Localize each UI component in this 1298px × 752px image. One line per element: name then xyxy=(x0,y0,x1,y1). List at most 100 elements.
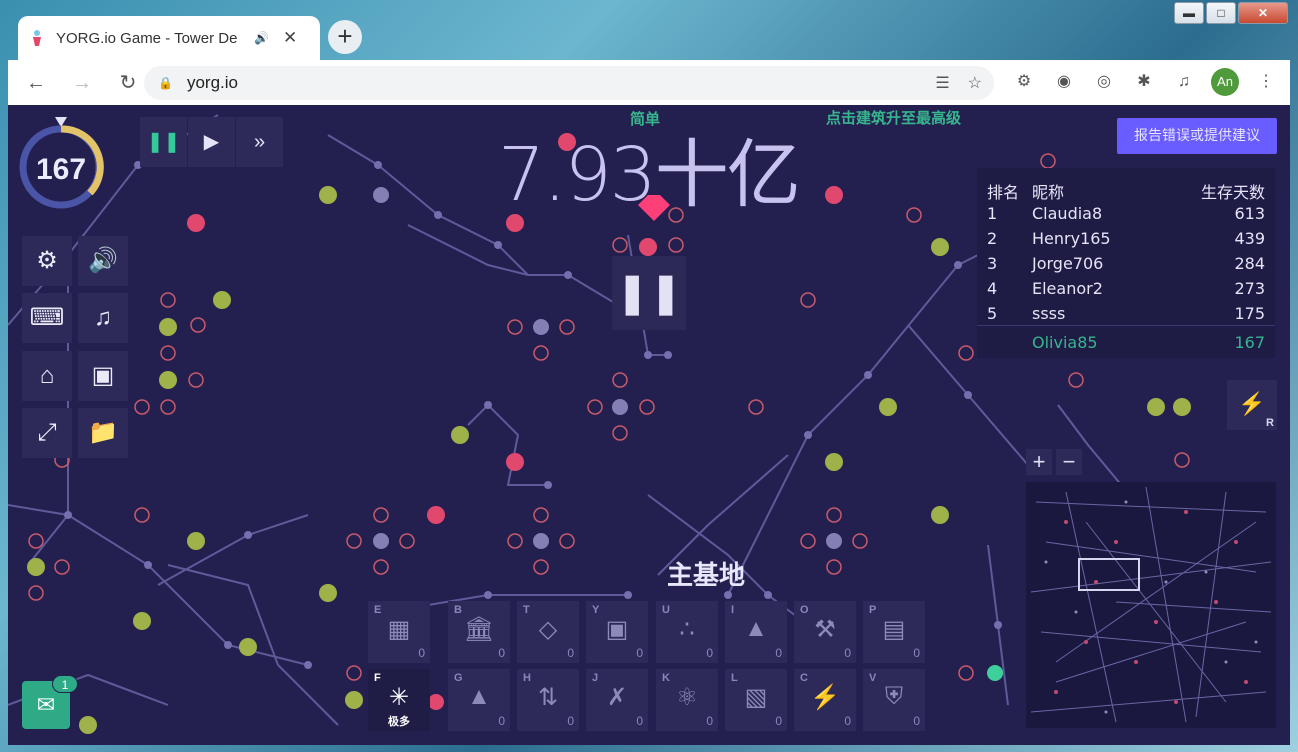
save-button[interactable]: ▣ xyxy=(78,351,128,401)
minecart-icon: ▣ xyxy=(605,616,629,643)
reload-button[interactable]: ↻ xyxy=(110,65,146,101)
tab-title: YORG.io Game - Tower De xyxy=(56,29,238,47)
close-window-button[interactable]: ✕ xyxy=(1238,2,1288,24)
extensions-puzzle-icon[interactable]: ✱ xyxy=(1131,69,1157,95)
row-name: ssss xyxy=(1032,304,1066,323)
play-speed-button[interactable]: ▶ xyxy=(188,117,235,167)
crossbow-icon: ✗ xyxy=(606,684,628,711)
factory-icon: ▤ xyxy=(882,616,906,643)
building-slot[interactable]: L ▧ 0 xyxy=(725,669,787,731)
zoom-out-button[interactable]: − xyxy=(1056,449,1082,475)
home-icon: ⌂ xyxy=(39,362,55,389)
menu-kebab-icon[interactable]: ⋮ xyxy=(1253,69,1279,95)
slot-count: 0 xyxy=(706,714,713,728)
load-button[interactable]: 📁 xyxy=(78,408,128,458)
home-button[interactable]: ⌂ xyxy=(22,351,72,401)
sound-button[interactable]: 🔊 xyxy=(78,236,128,286)
minimap-dots xyxy=(1054,510,1248,704)
tab-audio-icon[interactable]: 🔊 xyxy=(254,31,269,45)
building-slot-selected[interactable]: F ✳ 极多 xyxy=(368,669,430,731)
settings-button[interactable]: ⚙ xyxy=(22,236,72,286)
minimap-dots-light xyxy=(1044,500,1258,714)
fullscreen-button[interactable]: ⤢ xyxy=(22,408,72,458)
keyboard-icon: ⌨ xyxy=(29,304,65,331)
row-rank: 3 xyxy=(987,254,998,273)
slot-count: 0 xyxy=(706,646,713,660)
lightning-icon: ⚡ xyxy=(810,684,840,711)
leaderboard-header: 排名 昵称 生存天数 xyxy=(977,179,1275,204)
music-note-icon: ♫ xyxy=(94,304,112,331)
slot-count: 0 xyxy=(418,646,425,660)
building-slot[interactable]: P ▤ 0 xyxy=(863,601,925,663)
expand-icon: ⤢ xyxy=(37,419,57,446)
building-slot[interactable]: U ∴ 0 xyxy=(656,601,718,663)
building-slot[interactable]: B 🏛 0 xyxy=(448,601,510,663)
building-slot[interactable]: T ◇ 0 xyxy=(517,601,579,663)
building-slot[interactable]: I ▲ 0 xyxy=(725,601,787,663)
maximize-button[interactable]: □ xyxy=(1206,2,1236,24)
zoom-in-button[interactable]: + xyxy=(1026,449,1052,475)
chat-unread-badge: 1 xyxy=(52,675,78,693)
row-rank: 1 xyxy=(987,204,998,223)
globe-icon[interactable]: ◎ xyxy=(1091,69,1117,95)
forward-button[interactable]: → xyxy=(64,65,100,101)
minimap-canvas[interactable] xyxy=(1026,482,1276,728)
pause-speed-button[interactable]: ❚❚ xyxy=(140,117,187,167)
transporter-icon: ✳ xyxy=(388,684,410,711)
shield-icon: ⛨ xyxy=(885,683,903,710)
media-queue-icon[interactable]: ♫ xyxy=(1171,69,1197,95)
minimap[interactable] xyxy=(1026,482,1276,728)
evernote-icon[interactable]: ◉ xyxy=(1051,69,1077,95)
leaderboard-self-row: Olivia85 167 xyxy=(977,333,1275,358)
leaderboard-row: 1 Claudia8 613 xyxy=(977,204,1275,229)
self-name: Olivia85 xyxy=(1032,333,1098,352)
skill-hotkey: R xyxy=(1266,417,1274,429)
building-slot[interactable]: V ⛨ 0 xyxy=(863,669,925,731)
building-slot[interactable]: E ▦ 0 xyxy=(368,601,430,663)
keyboard-button[interactable]: ⌨ xyxy=(22,293,72,343)
translate-icon[interactable]: ☰ xyxy=(935,73,949,93)
bank-icon: 🏛 xyxy=(463,616,495,643)
game-canvas[interactable]: 简单 点击建筑升至最高级 7.93十亿 报告错误或提供建议 167 ❚❚ ▶ »… xyxy=(8,105,1290,745)
slot-count: 0 xyxy=(913,714,920,728)
row-days: 439 xyxy=(1234,229,1265,248)
minimize-button[interactable]: ▬ xyxy=(1174,2,1204,24)
back-button[interactable]: ← xyxy=(18,65,54,101)
address-bar[interactable]: 🔒 yorg.io ☰ ☆ xyxy=(144,66,994,100)
main-base-label: 主基地 xyxy=(667,561,746,591)
building-slot[interactable]: C ⚡ 0 xyxy=(794,669,856,731)
speed-controls: ❚❚ ▶ » xyxy=(140,117,284,167)
speaker-icon: 🔊 xyxy=(88,247,118,274)
bookmark-star-icon[interactable]: ☆ xyxy=(968,73,982,93)
browser-tab[interactable]: YORG.io Game - Tower De 🔊 ✕ xyxy=(18,16,320,60)
building-slot[interactable]: H ⇅ 0 xyxy=(517,669,579,731)
building-slot[interactable]: G ▲ 0 xyxy=(448,669,510,731)
skill-button[interactable]: ⚡ R xyxy=(1227,380,1277,430)
report-bug-button[interactable]: 报告错误或提供建议 xyxy=(1117,118,1277,154)
row-days: 613 xyxy=(1234,204,1265,223)
wave-number: 167 xyxy=(35,153,87,186)
row-rank: 2 xyxy=(987,229,998,248)
building-slot[interactable]: K ⚛ 0 xyxy=(656,669,718,731)
profile-avatar[interactable]: An xyxy=(1211,68,1239,96)
building-slot[interactable]: J ✗ 0 xyxy=(586,669,648,731)
slot-count: 0 xyxy=(498,714,505,728)
leaderboard-row: 4 Eleanor2 273 xyxy=(977,279,1275,304)
building-slot[interactable]: Y ▣ 0 xyxy=(586,601,648,663)
paused-overlay-button[interactable]: ❚❚ xyxy=(612,256,686,330)
row-name: Claudia8 xyxy=(1032,204,1103,223)
new-tab-button[interactable]: + xyxy=(328,20,362,54)
building-slot[interactable]: O ⚒ 0 xyxy=(794,601,856,663)
lock-icon[interactable]: 🔒 xyxy=(158,76,173,90)
slot-count: 0 xyxy=(567,714,574,728)
extension-gear-icon[interactable]: ⚙ xyxy=(1011,69,1037,95)
leaderboard: 排名 昵称 生存天数 1 Claudia8 613 2 Henry165 439… xyxy=(977,168,1275,358)
music-button[interactable]: ♫ xyxy=(78,293,128,343)
self-days: 167 xyxy=(1234,333,1265,352)
tab-close-icon[interactable]: ✕ xyxy=(283,28,297,48)
fast-forward-button[interactable]: » xyxy=(236,117,283,167)
slot-count: 0 xyxy=(636,714,643,728)
leaderboard-row: 3 Jorge706 284 xyxy=(977,254,1275,279)
rank-header: 排名 xyxy=(987,183,1020,202)
row-name: Henry165 xyxy=(1032,229,1111,248)
